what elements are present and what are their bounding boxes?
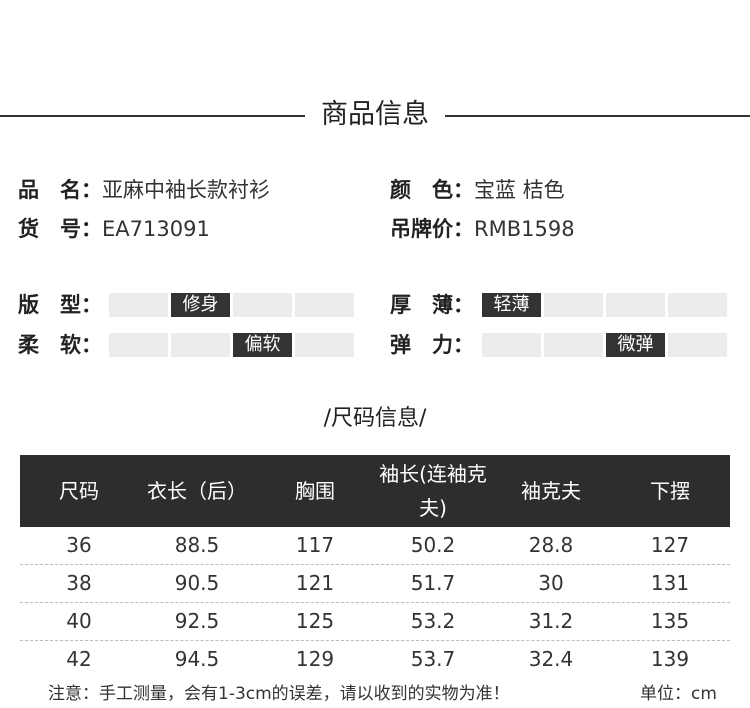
cell-size: 40 (66, 609, 92, 633)
col-header-chest: 胸围 (295, 479, 335, 503)
col-header-hem: 下摆 (650, 479, 690, 503)
col-header-sleeve: 袖长(连袖克夫) (379, 462, 487, 520)
fit-scale: 修身 (109, 293, 357, 317)
cell-chest: 125 (295, 609, 335, 633)
fit-label: 版 型： (18, 293, 102, 317)
product-sku-value: EA713091 (102, 217, 210, 241)
cell-hem: 135 (650, 609, 690, 633)
cell-chest: 129 (295, 647, 335, 671)
softness-selected-label: 偏软 (244, 334, 281, 355)
cell-hem: 139 (650, 647, 690, 671)
product-sku-label: 货 号： (18, 217, 102, 241)
header-divider-left (0, 115, 305, 117)
col-header-length: 衣长（后） (147, 479, 247, 503)
stretch-segment (668, 333, 727, 357)
cell-length: 92.5 (174, 609, 220, 633)
cell-sleeve: 50.2 (410, 533, 456, 557)
stretch-selected-label: 微弹 (617, 334, 654, 355)
product-name-row: 品 名：亚麻中袖长款衬衫 (18, 175, 270, 205)
stretch-label: 弹 力： (390, 333, 474, 357)
fit-segment (295, 293, 354, 317)
cell-length: 94.5 (174, 647, 220, 671)
cell-hem: 131 (650, 571, 690, 595)
cell-sleeve: 53.2 (410, 609, 456, 633)
product-info-header: 商品信息 (0, 92, 750, 138)
thickness-segment (606, 293, 665, 317)
product-color-label: 颜 色： (390, 178, 474, 202)
stretch-row: 弹 力： 微弹 (390, 330, 730, 360)
softness-scale: 偏软 (109, 333, 357, 357)
col-header-size: 尺码 (59, 479, 99, 503)
fit-segment (109, 293, 168, 317)
cell-hem: 127 (650, 533, 690, 557)
table-row: 38 90.5 121 51.7 30 131 (20, 565, 730, 603)
product-name-label: 品 名： (18, 178, 102, 202)
size-info-title: /尺码信息/ (323, 406, 427, 431)
cell-chest: 117 (295, 533, 335, 557)
cell-sleeve: 53.7 (410, 647, 456, 671)
thickness-segment (544, 293, 603, 317)
fit-segment: 修身 (171, 293, 230, 317)
cell-size: 38 (66, 571, 92, 595)
thickness-selected-label: 轻薄 (493, 294, 530, 315)
thickness-row: 厚 薄： 轻薄 (390, 290, 730, 320)
softness-label: 柔 软： (18, 333, 102, 357)
cell-size: 36 (66, 533, 92, 557)
stretch-segment (544, 333, 603, 357)
softness-segment: 偏软 (233, 333, 292, 357)
table-row: 36 88.5 117 50.2 28.8 127 (20, 527, 730, 565)
cell-length: 90.5 (174, 571, 220, 595)
cell-length: 88.5 (174, 533, 220, 557)
fit-row: 版 型： 修身 (18, 290, 358, 320)
product-color-row: 颜 色：宝蓝 桔色 (390, 175, 565, 205)
product-price-label: 吊牌价： (390, 217, 474, 241)
thickness-label: 厚 薄： (390, 293, 474, 317)
fit-selected-label: 修身 (182, 294, 219, 315)
stretch-segment: 微弹 (606, 333, 665, 357)
unit-label: 单位：cm (640, 684, 717, 704)
thickness-segment: 轻薄 (482, 293, 541, 317)
product-sku-row: 货 号：EA713091 (18, 214, 210, 244)
measurement-note: 注意：手工测量，会有1-3cm的误差，请以收到的实物为准！ (48, 684, 510, 704)
product-price-row: 吊牌价：RMB1598 (390, 214, 575, 244)
cell-chest: 121 (295, 571, 335, 595)
thickness-segment (668, 293, 727, 317)
section-title: 商品信息 (321, 99, 429, 130)
fit-segment (233, 293, 292, 317)
cell-cuff: 28.8 (528, 533, 574, 557)
size-table-header: 尺码 衣长（后） 胸围 袖长(连袖克夫) 袖克夫 下摆 (20, 455, 730, 527)
softness-segment (295, 333, 354, 357)
softness-row: 柔 软： 偏软 (18, 330, 358, 360)
product-name-value: 亚麻中袖长款衬衫 (102, 178, 270, 202)
table-row: 40 92.5 125 53.2 31.2 135 (20, 603, 730, 641)
thickness-scale: 轻薄 (482, 293, 730, 317)
cell-cuff: 30 (538, 571, 564, 595)
size-table: 尺码 衣长（后） 胸围 袖长(连袖克夫) 袖克夫 下摆 36 88.5 117 … (20, 455, 730, 678)
product-price-value: RMB1598 (474, 217, 575, 241)
cell-size: 42 (66, 647, 92, 671)
header-divider-right (445, 115, 750, 117)
softness-segment (109, 333, 168, 357)
softness-segment (171, 333, 230, 357)
stretch-scale: 微弹 (482, 333, 730, 357)
cell-sleeve: 51.7 (410, 571, 456, 595)
stretch-segment (482, 333, 541, 357)
col-header-cuff: 袖克夫 (521, 479, 581, 503)
product-color-value: 宝蓝 桔色 (474, 178, 565, 202)
table-row: 42 94.5 129 53.7 32.4 139 (20, 641, 730, 678)
cell-cuff: 32.4 (528, 647, 574, 671)
cell-cuff: 31.2 (528, 609, 574, 633)
